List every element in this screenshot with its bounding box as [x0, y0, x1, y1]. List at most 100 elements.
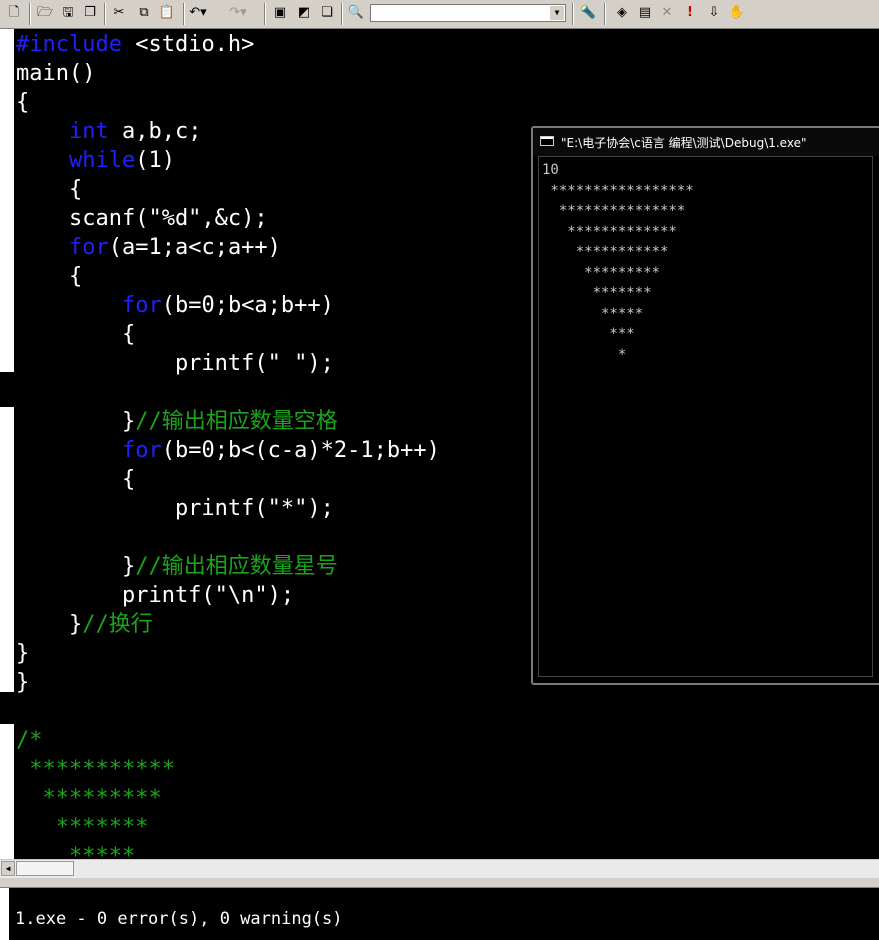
execute-icon[interactable]: !: [680, 3, 700, 23]
code-text: (b=0;b<a;b++): [161, 293, 334, 318]
toolbar-separator: [264, 3, 266, 25]
window-list-icon[interactable]: ❏: [317, 3, 337, 23]
console-title: "E:\电子协会\c语言 编程\测试\Debug\1.exe": [561, 136, 807, 150]
code-text: main(): [16, 61, 96, 86]
code-line[interactable]: main(): [16, 59, 440, 88]
console-line: *****************: [542, 182, 694, 199]
code-comment: *********: [16, 786, 162, 811]
chevron-down-icon[interactable]: ▼: [550, 6, 564, 20]
redo-icon[interactable]: ↷▾: [228, 3, 248, 23]
save-all-icon[interactable]: ❐: [80, 3, 100, 23]
horizontal-scrollbar[interactable]: ◀: [0, 859, 879, 878]
find-combo[interactable]: ▼: [370, 4, 566, 22]
code-text: (1): [135, 148, 175, 173]
code-text: printf(" ");: [16, 351, 334, 376]
code-line[interactable]: while(1): [16, 146, 440, 175]
code-comment: *****: [16, 844, 136, 859]
console-line: *********: [542, 264, 661, 281]
code-line[interactable]: for(a=1;a<c;a++): [16, 233, 440, 262]
code-line[interactable]: ​: [16, 378, 440, 407]
stop-build-icon[interactable]: ✕: [657, 3, 677, 23]
code-line[interactable]: {: [16, 88, 440, 117]
code-comment: //换行: [82, 612, 153, 637]
code-line[interactable]: /*: [16, 726, 440, 755]
code-keyword: for: [68, 235, 109, 260]
code-line[interactable]: printf("*");: [16, 494, 440, 523]
code-line[interactable]: for(b=0;b<(c-a)*2-1;b++): [16, 436, 440, 465]
code-line[interactable]: }: [16, 668, 440, 697]
find-in-files-icon[interactable]: 🔍: [346, 3, 366, 23]
scroll-left-arrow-icon[interactable]: ◀: [1, 861, 15, 876]
go-icon[interactable]: ⇩: [704, 3, 724, 23]
code-line[interactable]: for(b=0;b<a;b++): [16, 291, 440, 320]
code-line[interactable]: {: [16, 262, 440, 291]
code-line[interactable]: int a,b,c;: [16, 117, 440, 146]
code-line[interactable]: *****: [16, 842, 440, 859]
code-comment: ***********: [16, 757, 175, 782]
code-line[interactable]: }//输出相应数量星号: [16, 552, 440, 581]
code-line[interactable]: {: [16, 175, 440, 204]
code-editor[interactable]: #include <stdio.h> main(){ int a,b,c; whi…: [0, 29, 879, 859]
save-icon[interactable]: 🖫: [58, 3, 78, 23]
code-keyword: for: [121, 293, 162, 318]
code-text: {: [16, 322, 136, 347]
code-comment: //输出相应数量空格: [135, 409, 338, 434]
code-text: <stdio.h>: [121, 32, 255, 57]
output-window-icon[interactable]: ◩: [294, 3, 314, 23]
code-line[interactable]: *******: [16, 813, 440, 842]
paste-icon[interactable]: 📋: [157, 3, 177, 23]
code-comment: //输出相应数量星号: [135, 554, 338, 579]
code-line[interactable]: ***********: [16, 755, 440, 784]
editor-gutter: [0, 29, 14, 859]
source-code[interactable]: #include <stdio.h> main(){ int a,b,c; whi…: [16, 30, 440, 859]
toolbar-separator: [572, 3, 574, 25]
pane-splitter[interactable]: [0, 878, 879, 888]
workspace-icon[interactable]: ▣: [270, 3, 290, 23]
console-titlebar[interactable]: "E:\电子协会\c语言 编程\测试\Debug\1.exe": [533, 128, 879, 156]
code-line[interactable]: }: [16, 639, 440, 668]
code-keyword: int: [68, 119, 109, 144]
console-line: ***********: [542, 244, 669, 260]
console-line: ***************: [542, 203, 686, 219]
code-line[interactable]: printf(" ");: [16, 349, 440, 378]
code-line[interactable]: }//换行: [16, 610, 440, 639]
code-line[interactable]: ​: [16, 697, 440, 726]
undo-icon[interactable]: ↶▾: [188, 3, 208, 23]
code-line[interactable]: {: [16, 465, 440, 494]
code-text: }: [16, 641, 30, 666]
compile-icon[interactable]: ◈: [612, 3, 632, 23]
output-gutter: [0, 888, 9, 940]
code-text: {: [16, 90, 30, 115]
console-line: *: [542, 346, 627, 363]
toolbar-separator: [104, 3, 106, 25]
code-line[interactable]: {: [16, 320, 440, 349]
code-line[interactable]: *********: [16, 784, 440, 813]
code-line[interactable]: ​: [16, 523, 440, 552]
code-line[interactable]: printf("\n");: [16, 581, 440, 610]
cut-icon[interactable]: ✂: [109, 3, 129, 23]
console-window[interactable]: "E:\电子协会\c语言 编程\测试\Debug\1.exe" 10 *****…: [531, 126, 879, 685]
code-text: {: [16, 467, 136, 492]
code-keyword: #include: [16, 32, 122, 57]
copy-icon[interactable]: ⧉: [134, 3, 154, 23]
toolbar-separator: [604, 3, 606, 25]
code-line[interactable]: #include <stdio.h>: [16, 30, 440, 59]
output-pane: 1.exe - 0 error(s), 0 warning(s): [0, 888, 879, 940]
build-icon[interactable]: ▤: [635, 3, 655, 23]
code-text: a,b,c;: [108, 119, 202, 144]
open-folder-icon[interactable]: 🗁: [35, 3, 55, 23]
gutter-gap: [0, 372, 16, 407]
gutter-gap: [0, 692, 16, 724]
code-comment: *******: [16, 815, 149, 840]
toolbar-separator: [341, 3, 343, 25]
scroll-thumb[interactable]: [16, 861, 74, 876]
code-line[interactable]: scanf("%d",&c);: [16, 204, 440, 233]
code-text: printf("*");: [16, 496, 334, 521]
breakpoint-hand-icon[interactable]: ✋: [727, 3, 747, 23]
find-icon[interactable]: 🔦: [578, 3, 598, 23]
new-file-icon[interactable]: 🗋: [4, 3, 24, 23]
code-line[interactable]: }//输出相应数量空格: [16, 407, 440, 436]
